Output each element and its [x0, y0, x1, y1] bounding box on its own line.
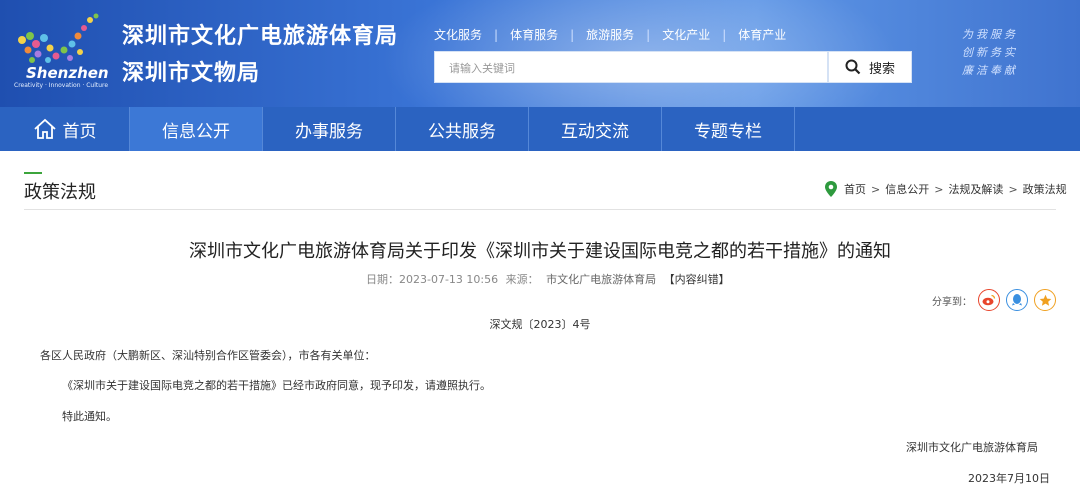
top-nav-divider: | — [646, 27, 651, 42]
qq-icon — [1012, 294, 1022, 306]
nav-public-services[interactable]: 公共服务 — [396, 107, 529, 151]
article-source: 市文化广电旅游体育局 — [546, 273, 657, 286]
star-icon — [1039, 294, 1051, 306]
favorite-share-button[interactable] — [1034, 289, 1056, 311]
article-date: 2023-07-13 10:56 — [399, 273, 499, 286]
slogan-line-1: 为我服务 — [962, 28, 1018, 41]
search-input[interactable]: 请输入关键词 — [434, 51, 828, 83]
top-nav: 文化服务 | 体育服务 | 旅游服务 | 文化产业 | 体育产业 — [434, 26, 786, 43]
share-bar: 分享到： — [932, 289, 1056, 311]
top-nav-culture-industry[interactable]: 文化产业 — [662, 26, 710, 43]
section-title: 政策法规 — [24, 182, 96, 203]
nav-home[interactable]: 首页 — [0, 107, 130, 151]
nav-interaction-label: 互动交流 — [561, 121, 629, 142]
breadcrumb-separator: > — [871, 182, 881, 196]
nav-special-topics[interactable]: 专题专栏 — [662, 107, 795, 151]
breadcrumb-policy[interactable]: 政策法规 — [1023, 181, 1067, 197]
article-sign-date: 2023年7月10日 — [968, 472, 1050, 485]
top-nav-sports-service[interactable]: 体育服务 — [510, 26, 558, 43]
article-closing: 特此通知。 — [62, 410, 117, 423]
nav-special-topics-label: 专题专栏 — [694, 121, 762, 142]
nav-home-label: 首页 — [62, 121, 97, 142]
org-name-secondary: 深圳市文物局 — [122, 60, 261, 86]
top-nav-sports-industry[interactable]: 体育产业 — [738, 26, 786, 43]
slogan-line-2: 创新务实 — [962, 46, 1018, 59]
breadcrumb-separator: > — [934, 182, 944, 196]
slogan-line-3: 廉洁奉献 — [962, 64, 1018, 77]
article-body: 《深圳市关于建设国际电竞之都的若干措施》已经市政府同意，现予印发，请遵照执行。 — [62, 379, 491, 392]
nav-info-disclosure-label: 信息公开 — [162, 121, 230, 142]
share-label: 分享到： — [932, 296, 972, 308]
article-title: 深圳市文化广电旅游体育局关于印发《深圳市关于建设国际电竞之都的若干措施》的通知 — [189, 241, 891, 262]
breadcrumb-info-disclosure[interactable]: 信息公开 — [885, 181, 929, 197]
location-pin-icon — [825, 181, 837, 197]
nav-public-services-label: 公共服务 — [428, 121, 496, 142]
nav-interaction[interactable]: 互动交流 — [529, 107, 662, 151]
search-button-label: 搜索 — [868, 61, 895, 77]
weibo-share-button[interactable] — [978, 289, 1000, 311]
search-button[interactable]: 搜索 — [828, 51, 912, 83]
breadcrumb-home[interactable]: 首页 — [844, 181, 866, 197]
breadcrumb-regulations[interactable]: 法规及解读 — [948, 181, 1003, 197]
top-nav-divider: | — [570, 27, 575, 42]
date-label: 日期： — [366, 273, 399, 286]
main-nav: 首页 信息公开 办事服务 公共服务 互动交流 专题专栏 — [0, 107, 1080, 151]
article-salutation: 各区人民政府（大鹏新区、深汕特别合作区管委会），市各有关单位： — [40, 349, 376, 362]
nav-services-label: 办事服务 — [295, 121, 363, 142]
article-signature: 深圳市文化广电旅游体育局 — [906, 441, 1038, 454]
nav-info-disclosure[interactable]: 信息公开 — [130, 107, 263, 151]
top-nav-divider: | — [722, 27, 727, 42]
breadcrumb-separator: > — [1008, 182, 1018, 196]
breadcrumb: 首页 > 信息公开 > 法规及解读 > 政策法规 — [824, 180, 1067, 198]
article-meta: 日期：2023-07-13 10:56 来源： 市文化广电旅游体育局 【内容纠错… — [366, 271, 730, 287]
logo-city-text: Shenzhen — [26, 64, 109, 82]
correction-link[interactable]: 【内容纠错】 — [664, 273, 730, 286]
org-name-primary: 深圳市文化广电旅游体育局 — [122, 23, 399, 49]
nav-services[interactable]: 办事服务 — [263, 107, 396, 151]
home-icon — [33, 118, 56, 139]
search-icon — [845, 59, 861, 75]
site-header: Shenzhen Creativity · Innovation · Cultu… — [0, 0, 1080, 107]
top-nav-divider: | — [494, 27, 499, 42]
top-nav-tourism-service[interactable]: 旅游服务 — [586, 26, 634, 43]
logo-small-text: Creativity · Innovation · Culture — [14, 82, 109, 89]
qq-share-button[interactable] — [1006, 289, 1028, 311]
weibo-icon — [982, 294, 996, 306]
section-accent-bar — [24, 172, 42, 174]
source-label: 来源： — [505, 273, 539, 286]
document-number: 深文规〔2023〕4号 — [489, 318, 591, 331]
top-nav-culture-service[interactable]: 文化服务 — [434, 26, 482, 43]
section-divider — [24, 209, 1056, 210]
